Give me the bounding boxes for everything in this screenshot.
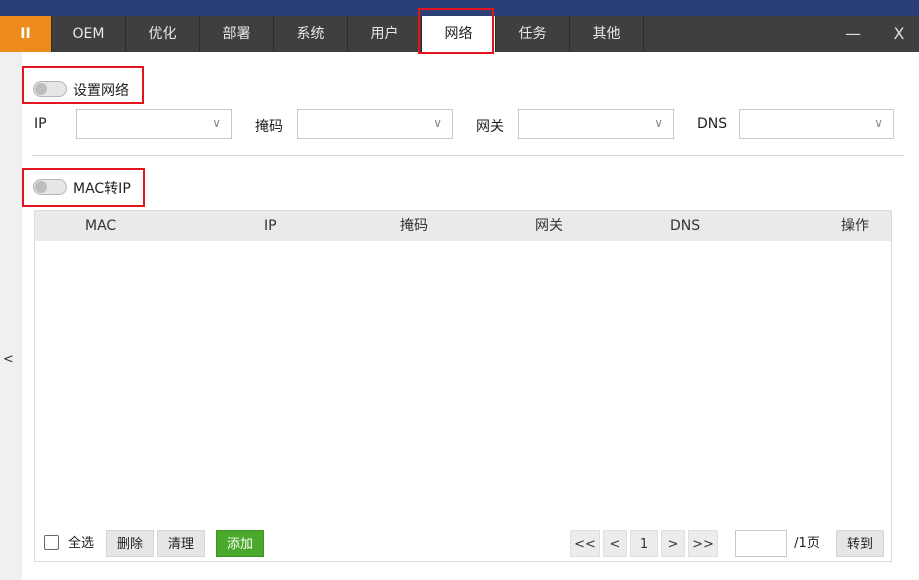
page-number-input[interactable] xyxy=(735,530,787,557)
chevron-down-icon: ∨ xyxy=(212,116,221,130)
column-header-mac: MAC xyxy=(85,218,117,234)
total-pages-label: /1页 xyxy=(794,536,820,551)
add-button[interactable]: 添加 xyxy=(216,530,264,557)
delete-button[interactable]: 删除 xyxy=(106,530,154,557)
clear-button[interactable]: 清理 xyxy=(157,530,205,557)
mask-label: 掩码 xyxy=(255,119,283,135)
current-page-button[interactable]: 1 xyxy=(630,530,658,557)
table-header: MAC IP 掩码 网关 DNS 操作 xyxy=(35,211,891,241)
gateway-select[interactable]: ∨ xyxy=(518,109,674,139)
prev-page-button[interactable]: < xyxy=(603,530,627,557)
column-header-gateway: 网关 xyxy=(535,218,563,234)
chevron-down-icon: ∨ xyxy=(874,116,883,130)
tab-other[interactable]: 其他 xyxy=(570,16,644,52)
toggle-knob xyxy=(35,83,47,95)
last-page-button[interactable]: >> xyxy=(688,530,718,557)
network-settings-toggle[interactable] xyxy=(33,81,67,97)
network-settings-window: II OEM 优化 部署 系统 用户 网络 任务 其他 — X < 设置网络 I… xyxy=(0,8,919,580)
tab-user[interactable]: 用户 xyxy=(348,16,422,52)
column-header-mask: 掩码 xyxy=(400,218,428,234)
mac-to-ip-label: MAC转IP xyxy=(73,181,131,197)
column-header-dns: DNS xyxy=(670,218,701,234)
close-button[interactable]: X xyxy=(884,16,914,52)
first-page-button[interactable]: << xyxy=(570,530,600,557)
tab-home[interactable]: II xyxy=(0,16,52,52)
select-all-label[interactable]: 全选 xyxy=(63,530,99,557)
chevron-down-icon: ∨ xyxy=(654,116,663,130)
highlight-network-tab xyxy=(418,8,494,54)
mac-to-ip-toggle[interactable] xyxy=(33,179,67,195)
toggle-knob xyxy=(35,181,47,193)
column-header-action: 操作 xyxy=(841,218,869,234)
gateway-label: 网关 xyxy=(476,119,504,135)
ip-select[interactable]: ∨ xyxy=(76,109,232,139)
network-settings-label: 设置网络 xyxy=(73,83,129,99)
section-divider xyxy=(32,155,904,156)
next-page-button[interactable]: > xyxy=(661,530,685,557)
tab-system[interactable]: 系统 xyxy=(274,16,348,52)
ip-label: IP xyxy=(34,116,47,132)
tab-optimize[interactable]: 优化 xyxy=(126,16,200,52)
tab-deploy[interactable]: 部署 xyxy=(200,16,274,52)
mac-table: MAC IP 掩码 网关 DNS 操作 xyxy=(34,210,892,562)
goto-page-button[interactable]: 转到 xyxy=(836,530,884,557)
tab-task[interactable]: 任务 xyxy=(496,16,570,52)
column-header-ip: IP xyxy=(264,218,277,234)
mask-select[interactable]: ∨ xyxy=(297,109,453,139)
chevron-down-icon: ∨ xyxy=(433,116,442,130)
minimize-button[interactable]: — xyxy=(838,16,868,52)
dns-select[interactable]: ∨ xyxy=(739,109,894,139)
dns-label: DNS xyxy=(697,116,728,132)
tab-oem[interactable]: OEM xyxy=(52,16,126,52)
select-all-checkbox[interactable] xyxy=(44,535,59,550)
left-strip: < xyxy=(0,52,22,580)
collapse-icon[interactable]: < xyxy=(3,352,14,367)
